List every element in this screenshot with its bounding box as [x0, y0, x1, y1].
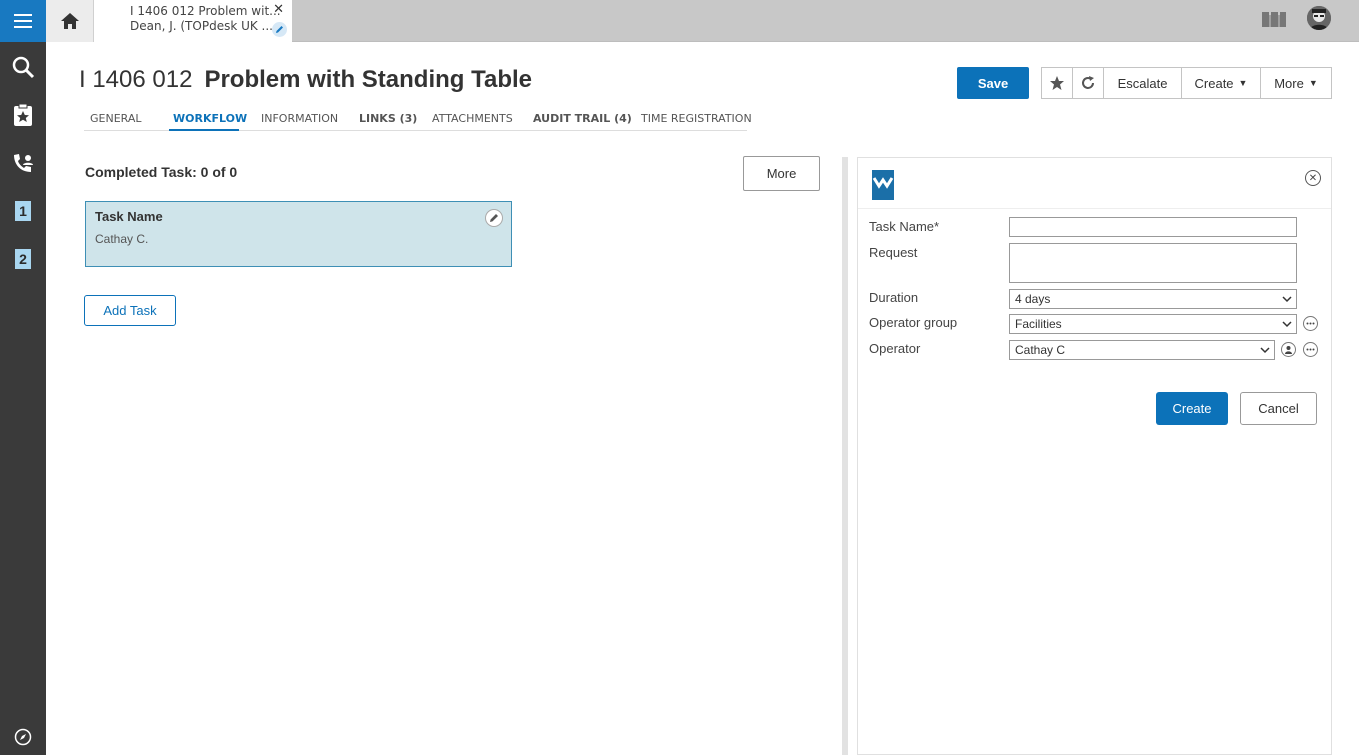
nav-calls[interactable] — [0, 139, 46, 187]
incident-number: I 1406 012 — [79, 66, 193, 93]
task-name-label: Task Name* — [869, 219, 940, 234]
badge-1-icon: 1 — [15, 201, 31, 221]
operator-user-button[interactable] — [1281, 342, 1296, 357]
chevron-down-icon — [1282, 321, 1292, 328]
chevron-down-icon — [1282, 296, 1292, 303]
new-task-panel: ✕ Task Name* Request Duration 4 days Ope… — [857, 157, 1332, 755]
task-card-name: Task Name — [95, 209, 163, 224]
edit-task-button[interactable] — [485, 209, 503, 227]
workflow-logo-icon — [872, 170, 894, 204]
avatar[interactable] — [1307, 6, 1331, 30]
workflow-more-button[interactable]: More — [743, 156, 820, 191]
panel-header: ✕ — [858, 158, 1331, 209]
nav-badge-2[interactable]: 2 — [0, 235, 46, 283]
compass-icon — [14, 728, 32, 746]
menu-button[interactable] — [0, 0, 46, 42]
chevron-down-icon — [1260, 347, 1270, 354]
operator-label: Operator — [869, 341, 921, 356]
clipboard-star-icon — [14, 103, 32, 126]
create-menu-label: Create — [1194, 75, 1234, 91]
create-task-button[interactable]: Create — [1156, 392, 1228, 425]
hamburger-menu-icon — [14, 14, 32, 28]
tab-workflow[interactable]: WORKFLOW — [173, 112, 247, 125]
tab-audit-trail[interactable]: AUDIT TRAIL (4) — [533, 112, 632, 125]
panel-splitter[interactable] — [842, 157, 848, 755]
active-tab-underline — [169, 129, 239, 131]
operator-group-select[interactable]: Facilities — [1009, 314, 1297, 334]
close-panel-icon[interactable]: ✕ — [1305, 170, 1321, 186]
star-icon — [1050, 76, 1064, 90]
favorite-button[interactable] — [1041, 67, 1073, 99]
duration-label: Duration — [869, 290, 919, 305]
refresh-icon — [1082, 76, 1094, 89]
duration-select[interactable]: 4 days — [1009, 289, 1297, 309]
operator-select[interactable]: Cathay C — [1009, 340, 1275, 360]
cancel-button[interactable]: Cancel — [1240, 392, 1317, 425]
top-bar: I 1406 012 Problem wit... Dean, J. (TOPd… — [46, 0, 1359, 43]
tab-general[interactable]: GENERAL — [90, 112, 142, 125]
save-button[interactable]: Save — [957, 67, 1029, 99]
caret-down-icon: ▼ — [1238, 78, 1248, 88]
pencil-icon — [490, 214, 498, 222]
nav-badge-1[interactable]: 1 — [0, 187, 46, 235]
operator-group-label: Operator group — [869, 315, 958, 330]
tab-attachments[interactable]: ATTACHMENTS — [432, 112, 513, 125]
operator-value: Cathay C — [1015, 343, 1066, 357]
board-icon[interactable] — [1261, 10, 1287, 32]
tab-title-line1: I 1406 012 Problem wit... — [130, 4, 281, 18]
nav-search[interactable] — [0, 43, 46, 91]
tab-time-registration[interactable]: TIME REGISTRATION — [641, 112, 752, 125]
escalate-button[interactable]: Escalate — [1103, 67, 1182, 99]
tab-information[interactable]: INFORMATION — [261, 112, 338, 125]
tab-title-line2: Dean, J. (TOPdesk UK ... — [130, 19, 273, 33]
page-title: I 1406 012 Problem with Standing Table — [79, 66, 532, 94]
tab-links[interactable]: LINKS (3) — [359, 112, 417, 125]
completed-task-count: Completed Task: 0 of 0 — [85, 164, 238, 180]
home-icon — [60, 13, 79, 29]
operator-group-options-button[interactable] — [1303, 316, 1318, 331]
duration-value: 4 days — [1015, 292, 1051, 306]
ellipsis-icon — [1306, 348, 1315, 351]
close-tab-icon[interactable]: ✕ — [273, 2, 284, 17]
nav-rail: 1 2 — [0, 0, 46, 755]
operator-group-value: Facilities — [1015, 317, 1062, 331]
phone-user-icon — [14, 154, 33, 172]
user-icon — [1285, 346, 1292, 354]
badge-2-icon: 2 — [15, 249, 31, 269]
create-menu-button[interactable]: Create ▼ — [1181, 67, 1261, 99]
search-icon — [12, 56, 35, 79]
operator-options-button[interactable] — [1303, 342, 1318, 357]
task-card-operator: Cathay C. — [95, 232, 149, 246]
add-task-button[interactable]: Add Task — [84, 295, 176, 326]
more-menu-button[interactable]: More ▼ — [1260, 67, 1332, 99]
incident-title: Problem with Standing Table — [204, 66, 533, 93]
refresh-button[interactable] — [1072, 67, 1104, 99]
request-label: Request — [869, 245, 918, 260]
home-button[interactable] — [46, 0, 94, 42]
pencil-icon — [272, 22, 287, 37]
nav-bottom[interactable] — [0, 723, 46, 751]
card-tabs: GENERAL WORKFLOW INFORMATION LINKS (3) A… — [84, 111, 752, 131]
task-card[interactable]: Task Name Cathay C. — [85, 201, 512, 267]
caret-down-icon: ▼ — [1308, 78, 1318, 88]
request-textarea[interactable] — [1009, 243, 1297, 283]
open-card-tab[interactable]: I 1406 012 Problem wit... Dean, J. (TOPd… — [94, 0, 292, 43]
nav-tasks[interactable] — [0, 91, 46, 139]
task-name-input[interactable] — [1009, 217, 1297, 237]
ellipsis-icon — [1306, 322, 1315, 325]
more-menu-label: More — [1274, 75, 1304, 91]
